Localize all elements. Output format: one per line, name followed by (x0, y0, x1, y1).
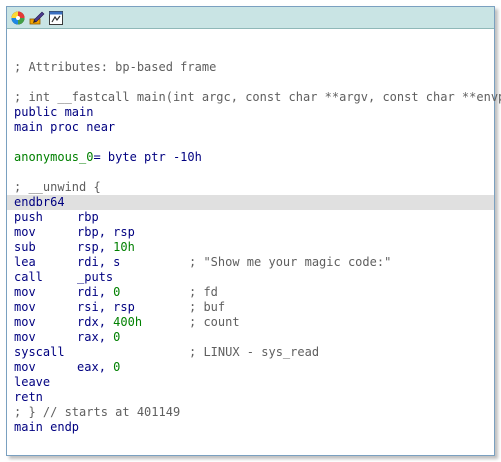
instruction-operands[interactable]: eax, 0 (77, 360, 120, 375)
stack-variable-line[interactable]: anonymous_0= byte ptr -10h (7, 150, 494, 165)
operand-token[interactable]: rdi (77, 285, 99, 299)
instruction-mnemonic[interactable]: sub (14, 240, 36, 255)
operand-token: , (98, 360, 114, 374)
operand-immediate[interactable]: 400h (113, 315, 142, 329)
unwind-start-comment[interactable]: ; __unwind { (7, 180, 494, 195)
instruction-comment: ; count (189, 315, 240, 329)
instruction-mnemonic[interactable]: endbr64 (14, 195, 65, 210)
instruction-mnemonic[interactable]: retn (14, 390, 43, 405)
instruction-operands[interactable]: rbp, rsp (77, 225, 135, 240)
instruction-mnemonic[interactable]: mov (14, 285, 36, 300)
instruction-mnemonic[interactable]: mov (14, 225, 36, 240)
instruction-operands[interactable]: rdx, 400h (77, 315, 142, 330)
graph-layout-icon[interactable] (48, 10, 64, 26)
graph-overview-icon[interactable] (10, 10, 26, 26)
attributes-comment[interactable]: ; Attributes: bp-based frame (7, 60, 494, 75)
disassembly-listing[interactable]: ; Attributes: bp-based frame ; int __fas… (7, 28, 501, 435)
instruction-mnemonic[interactable]: lea (14, 255, 36, 270)
operand-token[interactable]: eax (77, 360, 99, 374)
instruction-line[interactable]: retn (7, 390, 494, 405)
instruction-line[interactable]: call _puts (7, 270, 494, 285)
operand-token[interactable]: rsp (77, 240, 99, 254)
instruction-operands[interactable]: rsp, 10h (77, 240, 135, 255)
instruction-comment: ; buf (189, 300, 226, 314)
operand-token[interactable]: s (113, 255, 120, 269)
endp-declaration[interactable]: main endp (7, 420, 494, 435)
instruction-line[interactable]: lea rdi, s ; "Show me your magic code:" (7, 255, 494, 270)
instruction-line[interactable]: mov rax, 0 (7, 330, 494, 345)
operand-immediate[interactable]: 10h (113, 240, 135, 254)
instruction-mnemonic[interactable]: push (14, 210, 43, 225)
operand-token: , (98, 255, 114, 269)
instruction-comment: ; "Show me your magic code:" (189, 255, 392, 269)
operand-token[interactable]: rdi (77, 255, 99, 269)
operand-token[interactable]: rsp (113, 225, 135, 239)
operand-immediate[interactable]: 0 (113, 360, 120, 374)
instruction-comment: ; fd (189, 285, 218, 299)
instruction-line[interactable]: sub rsp, 10h (7, 240, 494, 255)
operand-token[interactable]: rbp (77, 210, 99, 224)
instruction-line[interactable]: mov rbp, rsp (7, 225, 494, 240)
public-declaration[interactable]: public main (7, 105, 494, 120)
instruction-mnemonic[interactable]: mov (14, 330, 36, 345)
stack-variable-name[interactable]: anonymous_0 (14, 150, 93, 164)
operand-token: , (98, 315, 114, 329)
instruction-line[interactable]: mov rdx, 400h ; count (7, 315, 494, 330)
operand-token: , (98, 285, 114, 299)
instruction-line[interactable]: mov rdi, 0 ; fd (7, 285, 494, 300)
instruction-line[interactable]: push rbp (7, 210, 494, 225)
operand-token[interactable]: rbp (77, 225, 99, 239)
instruction-mnemonic[interactable]: mov (14, 315, 36, 330)
instruction-operands[interactable]: rdi, s (77, 255, 120, 270)
instruction-line[interactable]: mov rsi, rsp ; buf (7, 300, 494, 315)
operand-token[interactable]: rax (77, 330, 99, 344)
operand-token: , (98, 330, 114, 344)
operand-immediate[interactable]: 0 (113, 285, 120, 299)
instruction-line[interactable]: leave (7, 375, 494, 390)
proc-declaration[interactable]: main proc near (7, 120, 494, 135)
operand-token[interactable]: rsp (113, 300, 135, 314)
operand-token: , (98, 225, 114, 239)
instruction-mnemonic[interactable]: leave (14, 375, 50, 390)
operand-token: , (98, 300, 114, 314)
operand-immediate[interactable]: 0 (113, 330, 120, 344)
node-title-bar[interactable] (7, 7, 494, 29)
instruction-operands[interactable]: rsi, rsp (77, 300, 135, 315)
operand-token[interactable]: rdx (77, 315, 99, 329)
instruction-line[interactable]: syscall ; LINUX - sys_read (7, 345, 494, 360)
instruction-line[interactable]: mov eax, 0 (7, 360, 494, 375)
prototype-comment[interactable]: ; int __fastcall main(int argc, const ch… (7, 90, 501, 105)
operand-token[interactable]: rsi (77, 300, 99, 314)
instruction-operands[interactable]: _puts (77, 270, 113, 285)
instruction-comment: ; LINUX - sys_read (189, 345, 320, 359)
instruction-mnemonic[interactable]: syscall (14, 345, 65, 360)
operand-token: , (98, 240, 114, 254)
graph-node-window[interactable]: ; Attributes: bp-based frame ; int __fas… (6, 6, 501, 456)
instruction-operands[interactable]: rbp (77, 210, 99, 225)
instruction-mnemonic[interactable]: mov (14, 360, 36, 375)
instruction-operands[interactable]: rdi, 0 (77, 285, 120, 300)
instruction-line[interactable]: endbr64 (7, 195, 494, 210)
operand-token[interactable]: _puts (77, 270, 113, 284)
edit-color-icon[interactable] (29, 10, 45, 26)
instruction-mnemonic[interactable]: mov (14, 300, 36, 315)
unwind-end-comment[interactable]: ; } // starts at 401149 (7, 405, 494, 420)
instruction-mnemonic[interactable]: call (14, 270, 43, 285)
instruction-operands[interactable]: rax, 0 (77, 330, 120, 345)
stack-variable-definition: = byte ptr -10h (93, 150, 202, 164)
